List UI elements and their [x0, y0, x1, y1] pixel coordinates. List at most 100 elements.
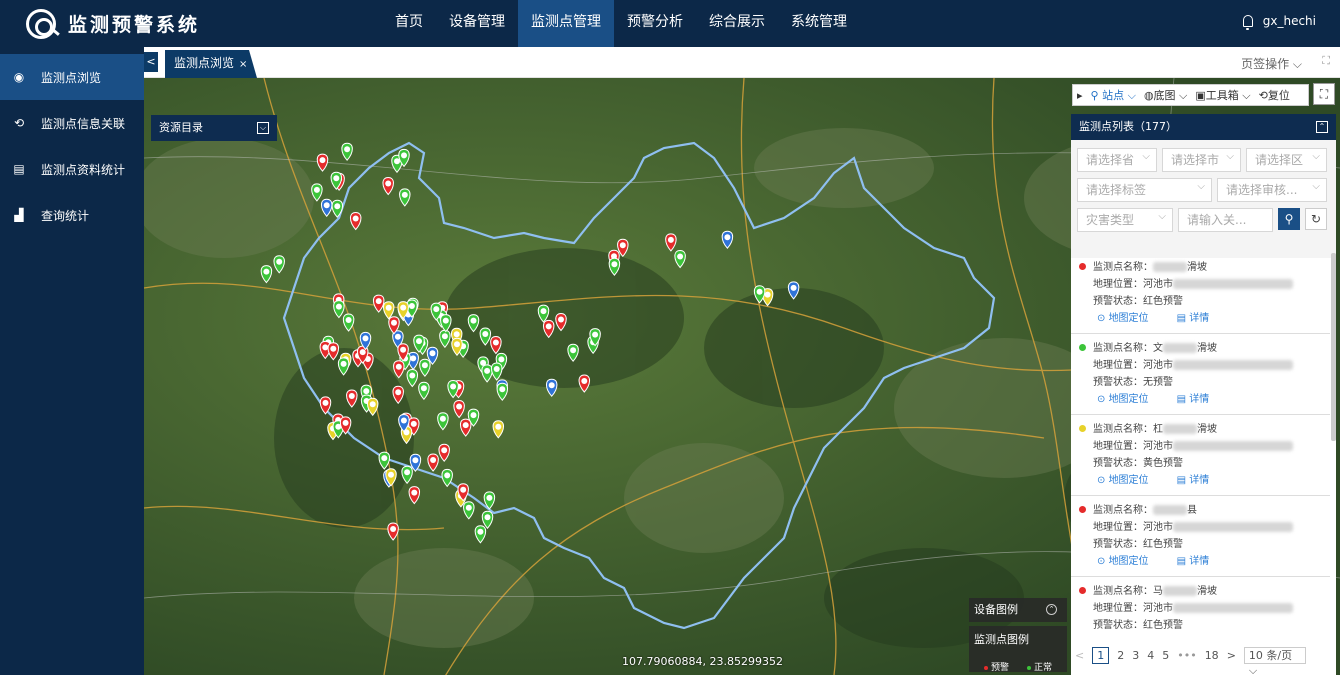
point-name-row: 监测点名称：马 滑坡	[1077, 583, 1324, 600]
page-5[interactable]: 5	[1162, 649, 1169, 662]
reset-button[interactable]: ⟲复位	[1259, 87, 1290, 103]
locate-on-map-link[interactable]: ⊙ 地图定位	[1097, 394, 1163, 405]
location-row: 地理位置：河池市	[1077, 519, 1324, 536]
sidebar-item-query[interactable]: ▟ 查询统计	[0, 192, 144, 238]
keyword-input[interactable]: 请输入关...	[1178, 208, 1273, 232]
page-1[interactable]: 1	[1092, 646, 1110, 664]
detail-link[interactable]: ▤ 详情	[1177, 394, 1224, 405]
review-select[interactable]: 请选择审核...	[1217, 176, 1327, 202]
page-3[interactable]: 3	[1132, 649, 1139, 662]
filter-area: 请选择省 请选择市 请选择区 请选择标签 请选择审核... 灾害类型 请输入关.…	[1071, 140, 1336, 258]
username: gx_hechi	[1262, 14, 1316, 28]
play-icon[interactable]: ▸	[1077, 89, 1083, 102]
sidebar-item-label: 监测点资料统计	[41, 162, 126, 177]
nav-device-management[interactable]: 设备管理	[436, 0, 518, 47]
toolbox-dropdown[interactable]: ▣工具箱 ⌵	[1195, 87, 1250, 103]
device-legend[interactable]: 设备图例 ⌃	[969, 598, 1067, 622]
next-page-button[interactable]: >	[1227, 649, 1236, 662]
close-icon[interactable]: ×	[239, 59, 247, 70]
document-list-icon: ▤	[13, 162, 25, 176]
nav-system-management[interactable]: 系统管理	[778, 0, 860, 47]
expand-icon[interactable]: ⛶	[1322, 54, 1330, 68]
list-item[interactable]: 监测点名称：马滑坡地理位置：河池市预警状态：红色预警⊙ 地图定位▤ 详情	[1071, 577, 1330, 635]
search-icon[interactable]: ⚲	[1278, 208, 1300, 230]
sidebar-item-statistics[interactable]: ▤ 监测点资料统计	[0, 146, 144, 192]
sidebar-item-browse[interactable]: ◉ 监测点浏览	[0, 54, 144, 100]
page-ellipsis[interactable]: •••	[1177, 649, 1196, 662]
locate-label: 地图定位	[1108, 556, 1149, 567]
status-label: 预警状态：	[1093, 296, 1143, 307]
status-row: 预警状态：红色预警	[1077, 536, 1324, 553]
station-dropdown[interactable]: ⚲ 站点 ⌵	[1091, 87, 1136, 103]
fullscreen-icon[interactable]: ⛶	[1313, 83, 1335, 105]
page-18[interactable]: 18	[1205, 649, 1219, 662]
district-select[interactable]: 请选择区	[1246, 146, 1327, 172]
nav-monitor-point-management[interactable]: 监测点管理	[518, 0, 614, 47]
status-label: 预警状态：	[1093, 458, 1143, 469]
pagination: < 1 2 3 4 5 ••• 18 > 10 条/页 ⌵	[1071, 645, 1336, 675]
prev-page-button[interactable]: <	[1075, 649, 1084, 662]
city-select[interactable]: 请选择市	[1162, 146, 1241, 172]
nav-home[interactable]: 首页	[382, 0, 436, 47]
location-pin-icon	[1079, 506, 1086, 513]
panel-title: 监测点列表（177）	[1079, 120, 1177, 133]
nav-comprehensive-display[interactable]: 综合展示	[696, 0, 778, 47]
nav-warning-analysis[interactable]: 预警分析	[614, 0, 696, 47]
list-item[interactable]: 监测点名称： 县地理位置：河池市 预警状态：红色预警 ⊙ 地图定位 ▤ 详情	[1071, 496, 1330, 577]
bar-chart-icon: ▟	[14, 208, 24, 222]
location-pin-icon	[1079, 587, 1086, 594]
status-value: 红色预警	[1143, 539, 1183, 550]
basemap-dropdown[interactable]: ◍底图 ⌵	[1144, 87, 1187, 103]
monitor-point-legend[interactable]: 监测点图例 预警 正常	[969, 626, 1067, 673]
detail-label: 详情	[1189, 313, 1210, 324]
location-pin-icon	[1079, 263, 1086, 270]
province-select[interactable]: 请选择省	[1077, 146, 1157, 172]
locate-label: 地图定位	[1108, 475, 1149, 486]
list-item[interactable]: 监测点名称：杠 滑坡 地理位置：河池市 预警状态：黄色预警 ⊙ 地图定位 ▤ 详情	[1071, 415, 1330, 496]
location-label: 地理位置：	[1093, 360, 1143, 371]
tab-bar: < 监测点浏览 × 页签操作 ⌵ ⛶	[144, 47, 1340, 78]
name-label: 监测点名称：	[1093, 424, 1153, 435]
status-row: 预警状态：红色预警	[1077, 293, 1324, 310]
list-item[interactable]: 监测点名称：文 滑坡 地理位置：河池市 预警状态：无预警 ⊙ 地图定位 ▤ 详情	[1071, 334, 1330, 415]
name-label: 监测点名称：	[1093, 343, 1153, 354]
locate-on-map-link[interactable]: ⊙ 地图定位	[1097, 313, 1163, 324]
refresh-link-icon: ⟲	[13, 116, 25, 130]
name-prefix: 文	[1153, 343, 1163, 354]
list-item[interactable]: 监测点名称： 滑坡 地理位置：河池市 预警状态：红色预警 ⊙ 地图定位 ▤ 详情	[1071, 253, 1330, 334]
chevron-down-icon[interactable]: ⌵	[257, 122, 269, 134]
status-label: 预警状态：	[1093, 620, 1143, 631]
page-2[interactable]: 2	[1117, 649, 1124, 662]
name-suffix: 滑坡	[1187, 262, 1207, 273]
tab-operations-dropdown[interactable]: 页签操作 ⌵	[1241, 55, 1302, 72]
sidebar-item-label: 监测点信息关联	[41, 116, 126, 131]
detail-link[interactable]: ▤ 详情	[1177, 556, 1224, 567]
chevron-up-icon[interactable]: ⌃	[1046, 604, 1057, 615]
sidebar-item-association[interactable]: ⟲ 监测点信息关联	[0, 100, 144, 146]
location-prefix: 河池市	[1143, 603, 1173, 614]
status-value: 红色预警	[1143, 620, 1183, 631]
user-menu[interactable]: gx_hechi	[1242, 14, 1316, 30]
status-row: 预警状态：无预警	[1077, 374, 1324, 391]
page-size-select[interactable]: 10 条/页 ⌵	[1243, 646, 1306, 675]
tab-monitor-browse[interactable]: 监测点浏览 ×	[165, 50, 257, 78]
page-4[interactable]: 4	[1147, 649, 1154, 662]
bell-icon[interactable]	[1242, 15, 1253, 30]
legend-normal: 正常	[1027, 660, 1052, 673]
tag-select[interactable]: 请选择标签	[1077, 176, 1212, 202]
resource-directory-panel[interactable]: 资源目录 ⌵	[151, 115, 277, 141]
status-value: 无预警	[1143, 377, 1173, 388]
locate-on-map-link[interactable]: ⊙ 地图定位	[1097, 556, 1163, 567]
refresh-icon[interactable]: ↻	[1305, 208, 1327, 230]
scrollbar[interactable]	[1331, 253, 1336, 441]
collapse-icon[interactable]: ⌃	[1316, 121, 1328, 133]
tab-scroll-left-button[interactable]: <	[144, 52, 158, 72]
detail-link[interactable]: ▤ 详情	[1177, 313, 1224, 324]
status-label: 预警状态：	[1093, 539, 1143, 550]
locate-on-map-link[interactable]: ⊙ 地图定位	[1097, 475, 1163, 486]
detail-label: 详情	[1189, 556, 1210, 567]
detail-link[interactable]: ▤ 详情	[1177, 475, 1224, 486]
location-label: 地理位置：	[1093, 522, 1143, 533]
main-nav: 首页 设备管理 监测点管理 预警分析 综合展示 系统管理	[382, 0, 860, 47]
disaster-type-select[interactable]: 灾害类型	[1077, 206, 1173, 232]
